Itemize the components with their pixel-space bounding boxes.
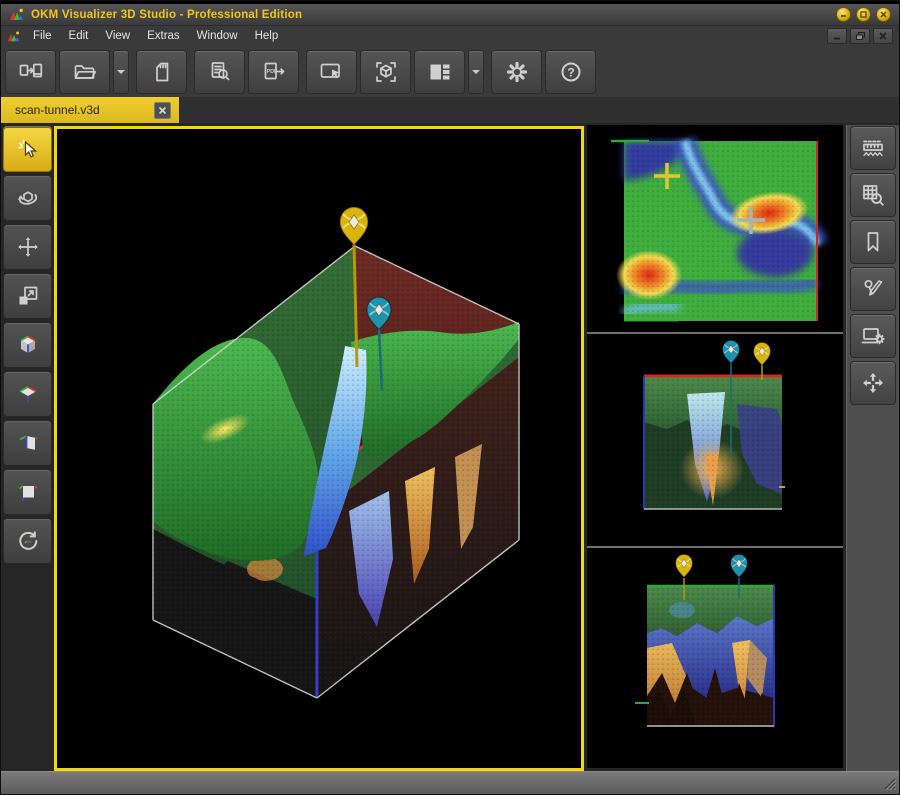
save-file-button[interactable] bbox=[136, 50, 187, 94]
close-button[interactable] bbox=[876, 7, 891, 22]
chevron-down-icon bbox=[117, 70, 125, 74]
pdf-export-icon: PDF bbox=[261, 59, 287, 85]
section-image bbox=[647, 586, 774, 726]
resize-grip[interactable] bbox=[883, 777, 896, 790]
grid-magnifier-icon bbox=[860, 182, 886, 208]
tab-bar: scan-tunnel.v3d bbox=[1, 97, 899, 123]
tab-scan-tunnel[interactable]: scan-tunnel.v3d bbox=[1, 97, 179, 123]
front-view-icon bbox=[15, 479, 41, 505]
open-folder-icon bbox=[72, 59, 98, 85]
doc-minimize-button[interactable] bbox=[827, 28, 847, 44]
top-view-button[interactable] bbox=[3, 371, 52, 417]
touch-screen-icon bbox=[319, 59, 345, 85]
print-preview-button[interactable] bbox=[194, 50, 245, 94]
chevron-down-icon bbox=[472, 70, 480, 74]
app-logo-icon bbox=[7, 30, 20, 43]
rock-texture bbox=[153, 246, 519, 698]
doc-restore-button[interactable] bbox=[850, 28, 870, 44]
touch-mode-button[interactable] bbox=[306, 50, 357, 94]
layout-panels-button[interactable] bbox=[414, 50, 465, 94]
help-icon: ? bbox=[558, 59, 584, 85]
navigate-tool-button[interactable] bbox=[850, 361, 896, 405]
scan-3d-button[interactable] bbox=[360, 50, 411, 94]
minimize-button[interactable] bbox=[836, 7, 851, 22]
reset-rotation-button[interactable] bbox=[3, 518, 52, 564]
top-view-icon bbox=[15, 381, 41, 407]
measure-tool-button[interactable] bbox=[850, 126, 896, 170]
rotate-tool-button[interactable] bbox=[3, 175, 52, 221]
import-icon bbox=[18, 59, 44, 85]
tab-label: scan-tunnel.v3d bbox=[15, 103, 154, 117]
tab-close-button[interactable] bbox=[154, 102, 171, 119]
pan-tool-button[interactable] bbox=[3, 224, 52, 270]
nav-arrows-icon bbox=[860, 370, 886, 396]
doc-close-button[interactable] bbox=[873, 28, 893, 44]
scan-heatmap bbox=[616, 141, 817, 321]
screen-gear-icon bbox=[860, 323, 886, 349]
ruler-icon bbox=[860, 135, 886, 161]
cube-scan-icon bbox=[373, 59, 399, 85]
status-bar bbox=[1, 771, 899, 794]
right-tool-column bbox=[846, 125, 899, 771]
layout-panels-dropdown[interactable] bbox=[468, 50, 484, 94]
reset-rotation-icon bbox=[15, 528, 41, 554]
front-view-button[interactable] bbox=[3, 469, 52, 515]
svg-text:PDF: PDF bbox=[266, 69, 276, 75]
rotate-3d-icon bbox=[15, 185, 41, 211]
section-image bbox=[644, 376, 782, 509]
side-view-button[interactable] bbox=[3, 420, 52, 466]
open-file-button[interactable] bbox=[59, 50, 110, 94]
application-window: OKM Visualizer 3D Studio - Professional … bbox=[0, 0, 900, 795]
select-pointer-icon bbox=[15, 136, 41, 162]
yellow-marker[interactable] bbox=[754, 343, 771, 381]
maximize-button[interactable] bbox=[856, 7, 871, 22]
menu-help[interactable]: Help bbox=[247, 28, 287, 44]
menu-extras[interactable]: Extras bbox=[139, 28, 188, 44]
perspective-view-button[interactable] bbox=[3, 322, 52, 368]
display-settings-button[interactable] bbox=[850, 314, 896, 358]
memory-card-icon bbox=[149, 59, 175, 85]
grid-zoom-tool-button[interactable] bbox=[850, 173, 896, 217]
app-logo-icon bbox=[9, 7, 24, 22]
document-window-controls bbox=[827, 28, 893, 44]
marker-edit-tool-button[interactable] bbox=[850, 267, 896, 311]
main-3d-viewport[interactable] bbox=[54, 126, 584, 771]
import-data-button[interactable] bbox=[5, 50, 56, 94]
cube-view-icon bbox=[15, 332, 41, 358]
menu-file[interactable]: File bbox=[25, 28, 60, 44]
move-arrows-icon bbox=[15, 234, 41, 260]
titlebar-controls bbox=[836, 7, 891, 22]
document-search-icon bbox=[207, 59, 233, 85]
gear-icon bbox=[504, 59, 530, 85]
bookmark-tool-button[interactable] bbox=[850, 220, 896, 264]
menu-view[interactable]: View bbox=[97, 28, 138, 44]
window-title: OKM Visualizer 3D Studio - Professional … bbox=[31, 9, 302, 21]
secondary-view-column bbox=[587, 125, 843, 770]
open-file-dropdown[interactable] bbox=[113, 50, 129, 94]
cross-section-view-1[interactable] bbox=[587, 332, 843, 546]
menu-bar: File Edit View Extras Window Help bbox=[1, 25, 899, 46]
layout-panels-icon bbox=[427, 59, 453, 85]
title-bar: OKM Visualizer 3D Studio - Professional … bbox=[1, 4, 899, 26]
scale-icon bbox=[15, 283, 41, 309]
left-tool-column bbox=[1, 125, 54, 771]
side-view-icon bbox=[15, 430, 41, 456]
marker-wrench-icon bbox=[860, 276, 886, 302]
menu-edit[interactable]: Edit bbox=[61, 28, 97, 44]
help-button[interactable]: ? bbox=[545, 50, 596, 94]
export-pdf-button[interactable]: PDF bbox=[248, 50, 299, 94]
top-down-scan-view[interactable] bbox=[587, 125, 843, 332]
workspace bbox=[1, 123, 899, 771]
settings-button[interactable] bbox=[491, 50, 542, 94]
svg-text:?: ? bbox=[567, 65, 574, 79]
scale-tool-button[interactable] bbox=[3, 273, 52, 319]
bookmark-icon bbox=[860, 229, 886, 255]
select-tool-button[interactable] bbox=[3, 126, 52, 172]
main-toolbar: PDF bbox=[1, 46, 899, 97]
menu-window[interactable]: Window bbox=[189, 28, 246, 44]
cross-section-view-2[interactable] bbox=[587, 546, 843, 768]
